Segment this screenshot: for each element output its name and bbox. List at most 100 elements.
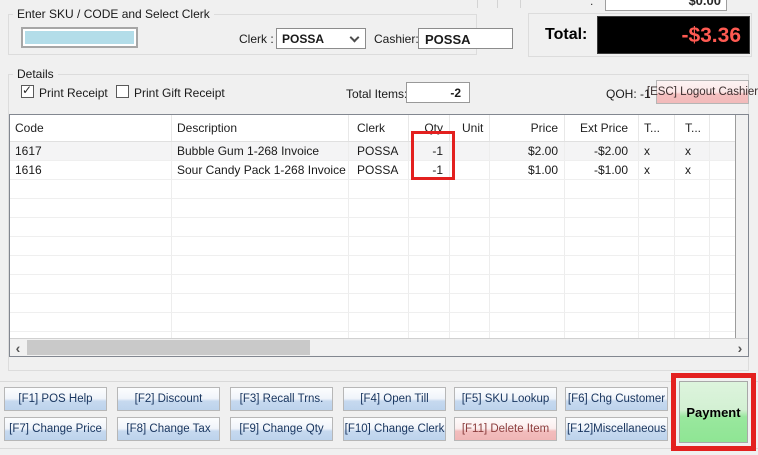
payment-button[interactable]: Payment (679, 381, 748, 443)
total-items-label: Total Items: (346, 87, 408, 101)
fkey-button-f6[interactable]: [F6] Chg Customer (565, 387, 668, 411)
fkey-button-f11[interactable]: [F11] Delete Item (454, 417, 557, 441)
chevron-down-icon (349, 32, 360, 43)
empty-grid-cell (450, 256, 490, 275)
empty-grid-cell (490, 180, 565, 199)
empty-grid-cell (349, 275, 409, 294)
empty-grid-cell (639, 237, 675, 256)
fkey-button-f3[interactable]: [F3] Recall Trns. (230, 387, 333, 411)
column-header[interactable]: Code (10, 115, 172, 141)
column-header[interactable]: Description (172, 115, 349, 141)
column-header[interactable]: Clerk (349, 115, 409, 141)
empty-grid-cell (675, 275, 710, 294)
empty-grid-cell (639, 199, 675, 218)
empty-grid-cell (490, 313, 565, 332)
empty-grid-cell (349, 199, 409, 218)
empty-grid-cell (409, 180, 450, 199)
vertical-scrollbar[interactable] (735, 115, 748, 338)
empty-grid-cell (172, 275, 349, 294)
table-cell-price: $1.00 (490, 161, 565, 179)
print-gift-receipt-label: Print Gift Receipt (134, 86, 225, 100)
table-cell-t1: x (639, 161, 675, 179)
print-receipt-checkbox[interactable]: ✓ (21, 83, 34, 98)
table-cell-code: 1617 (10, 142, 172, 160)
empty-grid-row (10, 275, 748, 294)
column-header[interactable]: T... (639, 115, 675, 141)
empty-grid-cell (172, 237, 349, 256)
empty-grid-cell (565, 313, 639, 332)
checkmark-icon: ✓ (22, 83, 33, 97)
total-items-field: -2 (406, 82, 470, 103)
empty-grid-cell (10, 199, 172, 218)
fkey-button-f5[interactable]: [F5] SKU Lookup (454, 387, 557, 411)
empty-grid-cell (675, 180, 710, 199)
pos-window: : $0.00 Enter SKU / CODE and Select Cler… (0, 0, 758, 455)
table-row[interactable]: 1617 Bubble Gum 1-268 Invoice POSSA -1 $2.00… (10, 142, 748, 161)
table-cell-clerk: POSSA (349, 161, 409, 179)
items-table: Code Description Clerk Qty Unit Price Ext Pric… (9, 114, 749, 357)
fkey-button-f4[interactable]: [F4] Open Till (343, 387, 446, 411)
empty-grid-cell (639, 313, 675, 332)
details-group-title: Details (13, 67, 58, 81)
print-gift-receipt-checkbox[interactable]: ✓ (116, 85, 129, 98)
empty-grid-cell (172, 313, 349, 332)
empty-grid-cell (172, 294, 349, 313)
clerk-dropdown[interactable]: POSSA (276, 28, 366, 49)
fkey-button-f8[interactable]: [F8] Change Tax (117, 417, 220, 441)
table-cell-unit (450, 142, 490, 160)
empty-grid-row (10, 294, 748, 313)
fkey-button-f9[interactable]: [F9] Change Qty (230, 417, 333, 441)
table-cell-t2: x (675, 161, 710, 179)
empty-grid-cell (675, 294, 710, 313)
cashier-field: POSSA (418, 28, 513, 49)
sku-clerk-group: Enter SKU / CODE and Select Clerk Clerk … (8, 7, 513, 55)
empty-grid-cell (349, 256, 409, 275)
fkey-button-f7[interactable]: [F7] Change Price (4, 417, 107, 441)
fkey-button-f2[interactable]: [F2] Discount (117, 387, 220, 411)
total-display: -$3.36 (597, 16, 750, 54)
empty-grid-cell (409, 313, 450, 332)
empty-grid-cell (675, 199, 710, 218)
column-header[interactable]: Price (490, 115, 565, 141)
empty-grid-row (10, 180, 748, 199)
fkey-button-f10[interactable]: [F10] Change Clerk (343, 417, 446, 441)
empty-grid-cell (565, 237, 639, 256)
function-key-panel: [F1] POS Help [F2] Discount [F3] Recall Tr… (0, 381, 758, 449)
scrollbar-thumb[interactable] (27, 340, 310, 355)
table-cell-description: Bubble Gum 1-268 Invoice (172, 142, 349, 160)
empty-grid-cell (565, 180, 639, 199)
clipped-amount-value: $0.00 (688, 0, 721, 8)
empty-grid-cell (565, 275, 639, 294)
fkey-button-f1[interactable]: [F1] POS Help (4, 387, 107, 411)
empty-grid-cell (450, 313, 490, 332)
column-header[interactable]: Ext Price (565, 115, 639, 141)
empty-grid-cell (172, 180, 349, 199)
empty-grid-cell (639, 218, 675, 237)
empty-grid-cell (565, 218, 639, 237)
logout-cashier-button[interactable]: [ESC] Logout Cashier (647, 80, 758, 104)
column-header[interactable]: T... (675, 115, 710, 141)
total-label: Total: (545, 26, 588, 43)
fkey-button-f12[interactable]: [F12]Miscellaneous (565, 417, 668, 441)
table-row[interactable]: 1616 Sour Candy Pack 1-268 Invoice POSSA -1… (10, 161, 748, 180)
horizontal-scrollbar[interactable]: ‹ › (10, 338, 748, 356)
cashier-value: POSSA (425, 32, 471, 47)
empty-grid-cell (409, 218, 450, 237)
scroll-right-icon[interactable]: › (732, 339, 748, 356)
empty-grid-cell (450, 218, 490, 237)
empty-grid-cell (639, 275, 675, 294)
empty-grid-cell (490, 199, 565, 218)
empty-grid-cell (349, 180, 409, 199)
column-header[interactable]: Unit (450, 115, 490, 141)
empty-grid-cell (490, 218, 565, 237)
empty-grid-cell (172, 256, 349, 275)
sku-input[interactable] (21, 27, 138, 48)
scroll-left-icon[interactable]: ‹ (10, 339, 26, 356)
empty-grid-row (10, 199, 748, 218)
payment-highlight-annotation: Payment (671, 373, 756, 451)
details-group: Details ✓ Print Receipt ✓ Print Gift Rec… (8, 67, 758, 371)
sku-group-title: Enter SKU / CODE and Select Clerk (13, 7, 214, 21)
empty-grid-cell (172, 199, 349, 218)
table-body: 1617 Bubble Gum 1-268 Invoice POSSA -1 $2.00… (10, 142, 748, 351)
empty-grid-cell (639, 180, 675, 199)
